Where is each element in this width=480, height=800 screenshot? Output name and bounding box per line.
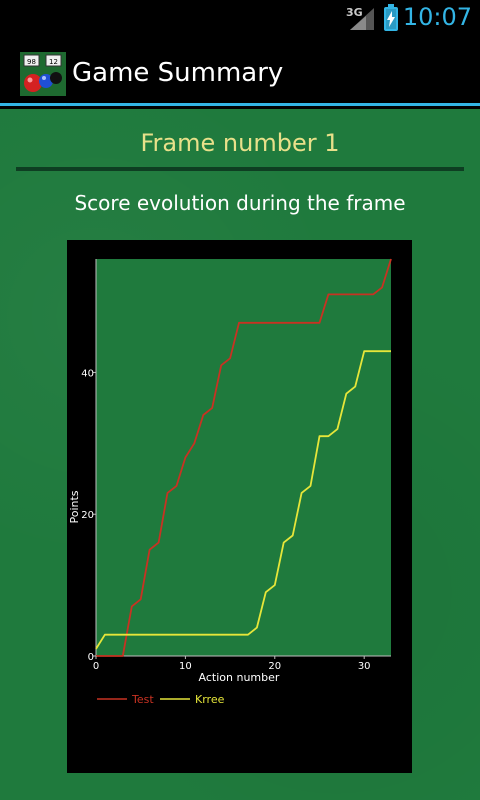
svg-text:98: 98 xyxy=(27,58,36,66)
charging-bolt-icon xyxy=(387,11,395,27)
x-tick-label: 30 xyxy=(358,661,371,672)
y-axis-label: Points xyxy=(68,490,81,523)
frame-title: Frame number 1 xyxy=(140,129,340,157)
status-bar: 3G 10:07 xyxy=(0,0,480,38)
score-chart-panel: 0 10 20 30 0 20 40 Action number Points Test Kr… xyxy=(67,240,412,773)
summary-content: Frame number 1 Score evolution during th… xyxy=(0,109,480,800)
frame-divider xyxy=(16,167,464,171)
x-tick-label: 10 xyxy=(179,661,192,672)
y-tick-label: 40 xyxy=(81,368,94,379)
signal-strength-icon xyxy=(350,8,374,30)
svg-text:12: 12 xyxy=(49,58,58,66)
y-tick-label: 20 xyxy=(81,510,94,521)
action-bar-divider xyxy=(0,103,480,106)
snooker-app-icon[interactable]: 98 12 xyxy=(20,52,66,96)
score-evolution-chart: 0 10 20 3002040 Action number Points Test Kr… xyxy=(68,258,392,706)
legend-label-test: Test xyxy=(131,693,154,706)
battery-icon xyxy=(384,4,398,31)
status-clock: 10:07 xyxy=(402,3,472,31)
x-axis-label: Action number xyxy=(199,671,280,684)
screen-title: Game Summary xyxy=(72,58,284,88)
action-bar: 98 12 Game Summary xyxy=(0,38,480,106)
chart-heading: Score evolution during the frame xyxy=(74,191,406,215)
plot-area xyxy=(96,259,391,656)
y-tick-label: 0 xyxy=(88,652,94,663)
legend-label-krree: Krree xyxy=(195,693,225,706)
